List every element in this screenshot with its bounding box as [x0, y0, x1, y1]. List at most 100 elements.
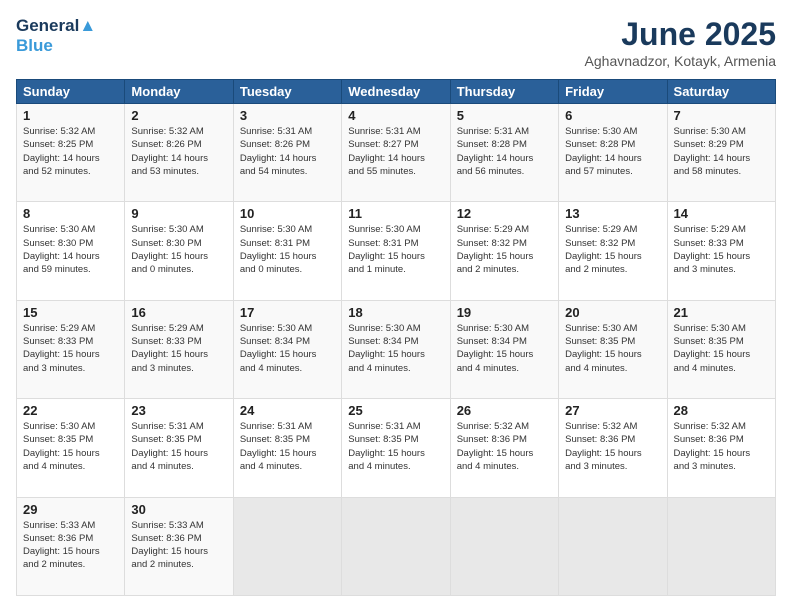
- day-info-line: Daylight: 15 hours: [23, 348, 118, 361]
- day-info-line: Daylight: 15 hours: [131, 348, 226, 361]
- day-info-line: Daylight: 14 hours: [131, 152, 226, 165]
- day-info-line: and 56 minutes.: [457, 165, 552, 178]
- col-sunday: Sunday: [17, 80, 125, 104]
- day-info-line: and 4 minutes.: [457, 460, 552, 473]
- day-info-line: Daylight: 15 hours: [565, 447, 660, 460]
- day-info-line: Sunset: 8:31 PM: [240, 237, 335, 250]
- day-info-line: Sunset: 8:35 PM: [131, 433, 226, 446]
- table-row: 27Sunrise: 5:32 AMSunset: 8:36 PMDayligh…: [559, 399, 667, 497]
- day-info-line: Sunrise: 5:30 AM: [23, 420, 118, 433]
- day-info-line: Daylight: 15 hours: [23, 545, 118, 558]
- day-info-line: Daylight: 15 hours: [348, 447, 443, 460]
- day-info-line: and 0 minutes.: [131, 263, 226, 276]
- day-info-line: Sunset: 8:36 PM: [23, 532, 118, 545]
- day-number: 7: [674, 108, 769, 123]
- day-info-line: Sunset: 8:29 PM: [674, 138, 769, 151]
- day-info-line: Sunset: 8:35 PM: [674, 335, 769, 348]
- table-row: 30Sunrise: 5:33 AMSunset: 8:36 PMDayligh…: [125, 497, 233, 595]
- day-number: 11: [348, 206, 443, 221]
- day-number: 10: [240, 206, 335, 221]
- day-info-line: Sunset: 8:25 PM: [23, 138, 118, 151]
- day-info-line: Sunset: 8:26 PM: [240, 138, 335, 151]
- col-tuesday: Tuesday: [233, 80, 341, 104]
- day-info-line: and 4 minutes.: [131, 460, 226, 473]
- day-info-line: Sunrise: 5:30 AM: [348, 322, 443, 335]
- day-info-line: Sunrise: 5:30 AM: [565, 125, 660, 138]
- day-number: 13: [565, 206, 660, 221]
- day-info-line: Sunrise: 5:33 AM: [131, 519, 226, 532]
- table-row: [233, 497, 341, 595]
- table-row: 18Sunrise: 5:30 AMSunset: 8:34 PMDayligh…: [342, 300, 450, 398]
- table-row: [450, 497, 558, 595]
- day-info-line: Daylight: 15 hours: [240, 250, 335, 263]
- table-row: 3Sunrise: 5:31 AMSunset: 8:26 PMDaylight…: [233, 104, 341, 202]
- day-info-line: Daylight: 15 hours: [565, 348, 660, 361]
- table-row: 15Sunrise: 5:29 AMSunset: 8:33 PMDayligh…: [17, 300, 125, 398]
- day-info-line: Sunset: 8:34 PM: [348, 335, 443, 348]
- day-number: 8: [23, 206, 118, 221]
- table-row: 9Sunrise: 5:30 AMSunset: 8:30 PMDaylight…: [125, 202, 233, 300]
- day-info-line: Sunrise: 5:30 AM: [565, 322, 660, 335]
- day-info-line: Sunset: 8:30 PM: [131, 237, 226, 250]
- day-info-line: Sunrise: 5:29 AM: [131, 322, 226, 335]
- day-info-line: Sunrise: 5:32 AM: [674, 420, 769, 433]
- day-info-line: Daylight: 15 hours: [457, 348, 552, 361]
- day-info-line: Daylight: 15 hours: [457, 447, 552, 460]
- table-row: [667, 497, 775, 595]
- day-info-line: Sunrise: 5:30 AM: [240, 322, 335, 335]
- day-info-line: Sunset: 8:27 PM: [348, 138, 443, 151]
- day-info-line: Sunrise: 5:30 AM: [457, 322, 552, 335]
- day-info-line: Daylight: 14 hours: [240, 152, 335, 165]
- day-number: 23: [131, 403, 226, 418]
- day-number: 28: [674, 403, 769, 418]
- day-info-line: Daylight: 14 hours: [674, 152, 769, 165]
- day-info-line: Sunset: 8:35 PM: [240, 433, 335, 446]
- day-info-line: Sunrise: 5:33 AM: [23, 519, 118, 532]
- day-info-line: Daylight: 15 hours: [131, 447, 226, 460]
- day-info-line: Sunset: 8:36 PM: [565, 433, 660, 446]
- day-info-line: and 59 minutes.: [23, 263, 118, 276]
- day-info-line: Sunset: 8:28 PM: [457, 138, 552, 151]
- table-row: 8Sunrise: 5:30 AMSunset: 8:30 PMDaylight…: [17, 202, 125, 300]
- day-info-line: Sunset: 8:34 PM: [457, 335, 552, 348]
- day-number: 1: [23, 108, 118, 123]
- logo-line2: Blue: [16, 36, 96, 56]
- day-info-line: Sunrise: 5:30 AM: [348, 223, 443, 236]
- logo-line1: General▲: [16, 16, 96, 36]
- day-info-line: and 4 minutes.: [565, 362, 660, 375]
- day-number: 20: [565, 305, 660, 320]
- day-info-line: Sunrise: 5:30 AM: [23, 223, 118, 236]
- day-number: 26: [457, 403, 552, 418]
- day-info-line: and 54 minutes.: [240, 165, 335, 178]
- day-info-line: and 2 minutes.: [131, 558, 226, 571]
- day-info-line: and 2 minutes.: [457, 263, 552, 276]
- day-info-line: Daylight: 14 hours: [565, 152, 660, 165]
- day-info-line: Sunset: 8:31 PM: [348, 237, 443, 250]
- day-info-line: and 57 minutes.: [565, 165, 660, 178]
- calendar-table: Sunday Monday Tuesday Wednesday Thursday…: [16, 79, 776, 596]
- page: General▲ Blue June 2025 Aghavnadzor, Kot…: [0, 0, 792, 612]
- day-info-line: Sunrise: 5:29 AM: [457, 223, 552, 236]
- day-info-line: and 3 minutes.: [131, 362, 226, 375]
- day-number: 27: [565, 403, 660, 418]
- table-row: 1Sunrise: 5:32 AMSunset: 8:25 PMDaylight…: [17, 104, 125, 202]
- day-info-line: Sunset: 8:33 PM: [23, 335, 118, 348]
- day-info-line: Sunset: 8:28 PM: [565, 138, 660, 151]
- calendar-week-3: 15Sunrise: 5:29 AMSunset: 8:33 PMDayligh…: [17, 300, 776, 398]
- day-number: 14: [674, 206, 769, 221]
- day-info-line: and 4 minutes.: [348, 362, 443, 375]
- day-info-line: Sunrise: 5:32 AM: [23, 125, 118, 138]
- day-info-line: Sunrise: 5:31 AM: [240, 125, 335, 138]
- day-info-line: and 3 minutes.: [565, 460, 660, 473]
- col-monday: Monday: [125, 80, 233, 104]
- table-row: [342, 497, 450, 595]
- day-info-line: Sunset: 8:36 PM: [131, 532, 226, 545]
- day-info-line: Sunset: 8:32 PM: [565, 237, 660, 250]
- day-info-line: Sunset: 8:36 PM: [674, 433, 769, 446]
- day-number: 4: [348, 108, 443, 123]
- day-number: 15: [23, 305, 118, 320]
- day-number: 22: [23, 403, 118, 418]
- day-number: 24: [240, 403, 335, 418]
- day-info-line: Sunset: 8:30 PM: [23, 237, 118, 250]
- day-info-line: Daylight: 15 hours: [131, 250, 226, 263]
